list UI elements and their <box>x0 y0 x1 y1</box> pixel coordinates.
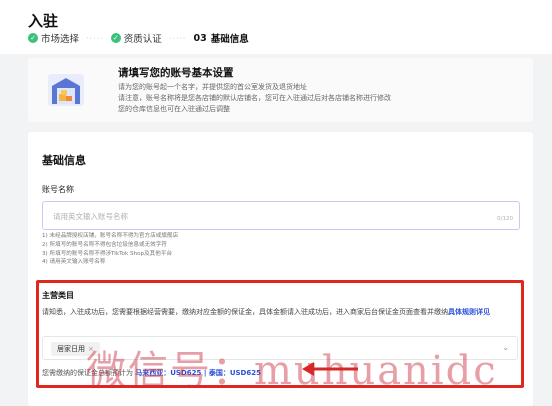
chevron-down-icon[interactable]: ⌄ <box>502 343 509 352</box>
step-indicator: ✓ 市场选择 ····· ✓ 资质认证 ····· 03 基础信息 <box>28 31 249 45</box>
rule-item: 1) 未经品牌授权店铺，账号名称不得为官方店或旗舰店 <box>42 233 179 239</box>
header-bar: 入驻 ✓ 市场选择 ····· ✓ 资质认证 ····· 03 基础信息 <box>0 0 552 54</box>
step-separator: ····· <box>168 33 187 43</box>
intro-line: 请为您的账号起一个名字，并提供您的首公室发货及退货地址 <box>118 83 307 91</box>
category-tag-label: 居家日用 <box>57 345 85 353</box>
account-name-label: 账号名称 <box>42 185 74 194</box>
category-desc-text: 请知悉，入驻成功后，您需要根据经营需要，缴纳对应金额的保证金，具体金额请入驻成功… <box>42 308 448 316</box>
step-label: 市场选择 <box>41 34 80 45</box>
step-basic-info: 03 基础信息 <box>193 31 249 46</box>
account-name-rules: 1) 未经品牌授权店铺，账号名称不得为官方店或旗舰店 2) 所填写的账号名称不得… <box>42 232 178 267</box>
red-arrow-icon <box>302 362 358 376</box>
step-number: 03 <box>193 32 207 44</box>
account-name-placeholder: 请用英文输入账号名称 <box>53 212 128 221</box>
step-separator: ····· <box>86 33 104 43</box>
step-market-selection[interactable]: ✓ 市场选择 <box>28 31 79 45</box>
step-label: 资质认证 <box>123 34 162 45</box>
step-label: 基础信息 <box>210 34 249 45</box>
main-category-label: 主营类目 <box>42 291 74 300</box>
check-circle-icon: ✓ <box>28 33 38 43</box>
rule-item: 2) 所填写的账号名称不得包含垃圾信息或无效字符 <box>42 241 167 248</box>
step-qualification[interactable]: ✓ 资质认证 <box>110 31 162 45</box>
intro-line: 您的仓库信息也可在入驻通过后调整 <box>118 105 230 113</box>
rules-detail-link[interactable]: 具体规则详见 <box>448 308 490 316</box>
warehouse-icon <box>48 74 84 106</box>
intro-card: 请填写您的账号基本设置 请为您的账号起一个名字，并提供您的首公室发货及退货地址 … <box>28 58 533 122</box>
category-description: 请知悉，入驻成功后，您需要根据经营需要，缴纳对应金额的保证金，具体金额请入驻成功… <box>42 306 522 318</box>
rule-item: 4) 请用英文输入账号名称 <box>42 259 106 266</box>
account-name-input[interactable]: 请用英文输入账号名称 0/120 <box>42 201 520 230</box>
watermark-text: 微信号：muhuanidc <box>86 348 498 394</box>
intro-title: 请填写您的账号基本设置 <box>118 67 234 79</box>
intro-line: 请注意，账号名称将是您各店铺的默认店铺名，您可在入驻通过后对各店铺名称进行修改 <box>118 94 391 102</box>
char-counter: 0/120 <box>497 216 513 222</box>
page-title: 入驻 <box>28 12 59 30</box>
rule-item: 3) 所填写的账号名称不得涉TikTok Shop及其他平台 <box>42 250 173 257</box>
check-circle-icon: ✓ <box>110 33 121 43</box>
section-title: 基础信息 <box>42 154 86 167</box>
